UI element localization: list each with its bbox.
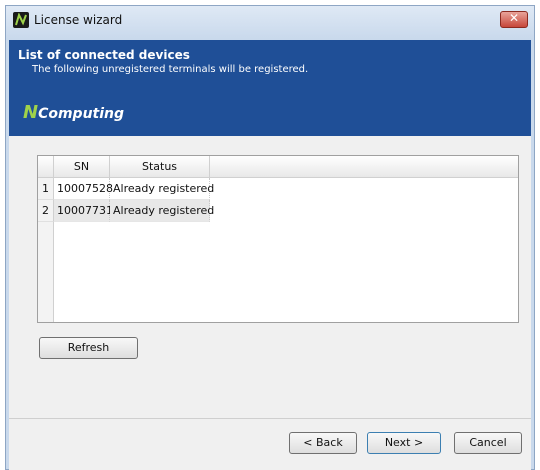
column-header-sn[interactable]: SN bbox=[54, 156, 110, 178]
column-header-status[interactable]: Status bbox=[110, 156, 210, 178]
table-cell-sn[interactable]: 10007731 bbox=[54, 200, 113, 222]
table-corner-header bbox=[38, 156, 54, 178]
close-icon: ✕ bbox=[509, 11, 520, 25]
banner-title: List of connected devices bbox=[18, 48, 190, 62]
row-number[interactable]: 2 bbox=[38, 200, 54, 222]
ncomputing-app-icon bbox=[13, 12, 29, 28]
title-bar[interactable]: License wizard ✕ bbox=[5, 5, 535, 39]
close-button[interactable]: ✕ bbox=[500, 11, 528, 28]
ncomputing-logo: NComputing bbox=[23, 102, 124, 123]
back-button[interactable]: < Back bbox=[289, 432, 357, 454]
column-header-filler bbox=[210, 156, 518, 178]
window-title: License wizard bbox=[34, 13, 123, 27]
table-cell-status[interactable]: Already registered bbox=[110, 178, 214, 200]
next-button[interactable]: Next > bbox=[367, 432, 441, 454]
devices-table[interactable]: SN Status 1 10007528 Already registered … bbox=[37, 155, 519, 323]
footer-divider bbox=[9, 418, 531, 419]
wizard-header-banner: List of connected devices The following … bbox=[9, 40, 531, 136]
logo-mark: N bbox=[23, 102, 39, 123]
table-cell-sn[interactable]: 10007528 bbox=[54, 178, 113, 200]
banner-subtitle: The following unregistered terminals wil… bbox=[32, 64, 309, 75]
table-cell-status[interactable]: Already registered bbox=[110, 200, 214, 222]
refresh-button[interactable]: Refresh bbox=[39, 337, 138, 359]
license-wizard-window: License wizard ✕ List of connected devic… bbox=[0, 0, 540, 470]
row-number[interactable]: 1 bbox=[38, 178, 54, 200]
logo-text: Computing bbox=[38, 106, 125, 122]
cancel-button[interactable]: Cancel bbox=[454, 432, 522, 454]
